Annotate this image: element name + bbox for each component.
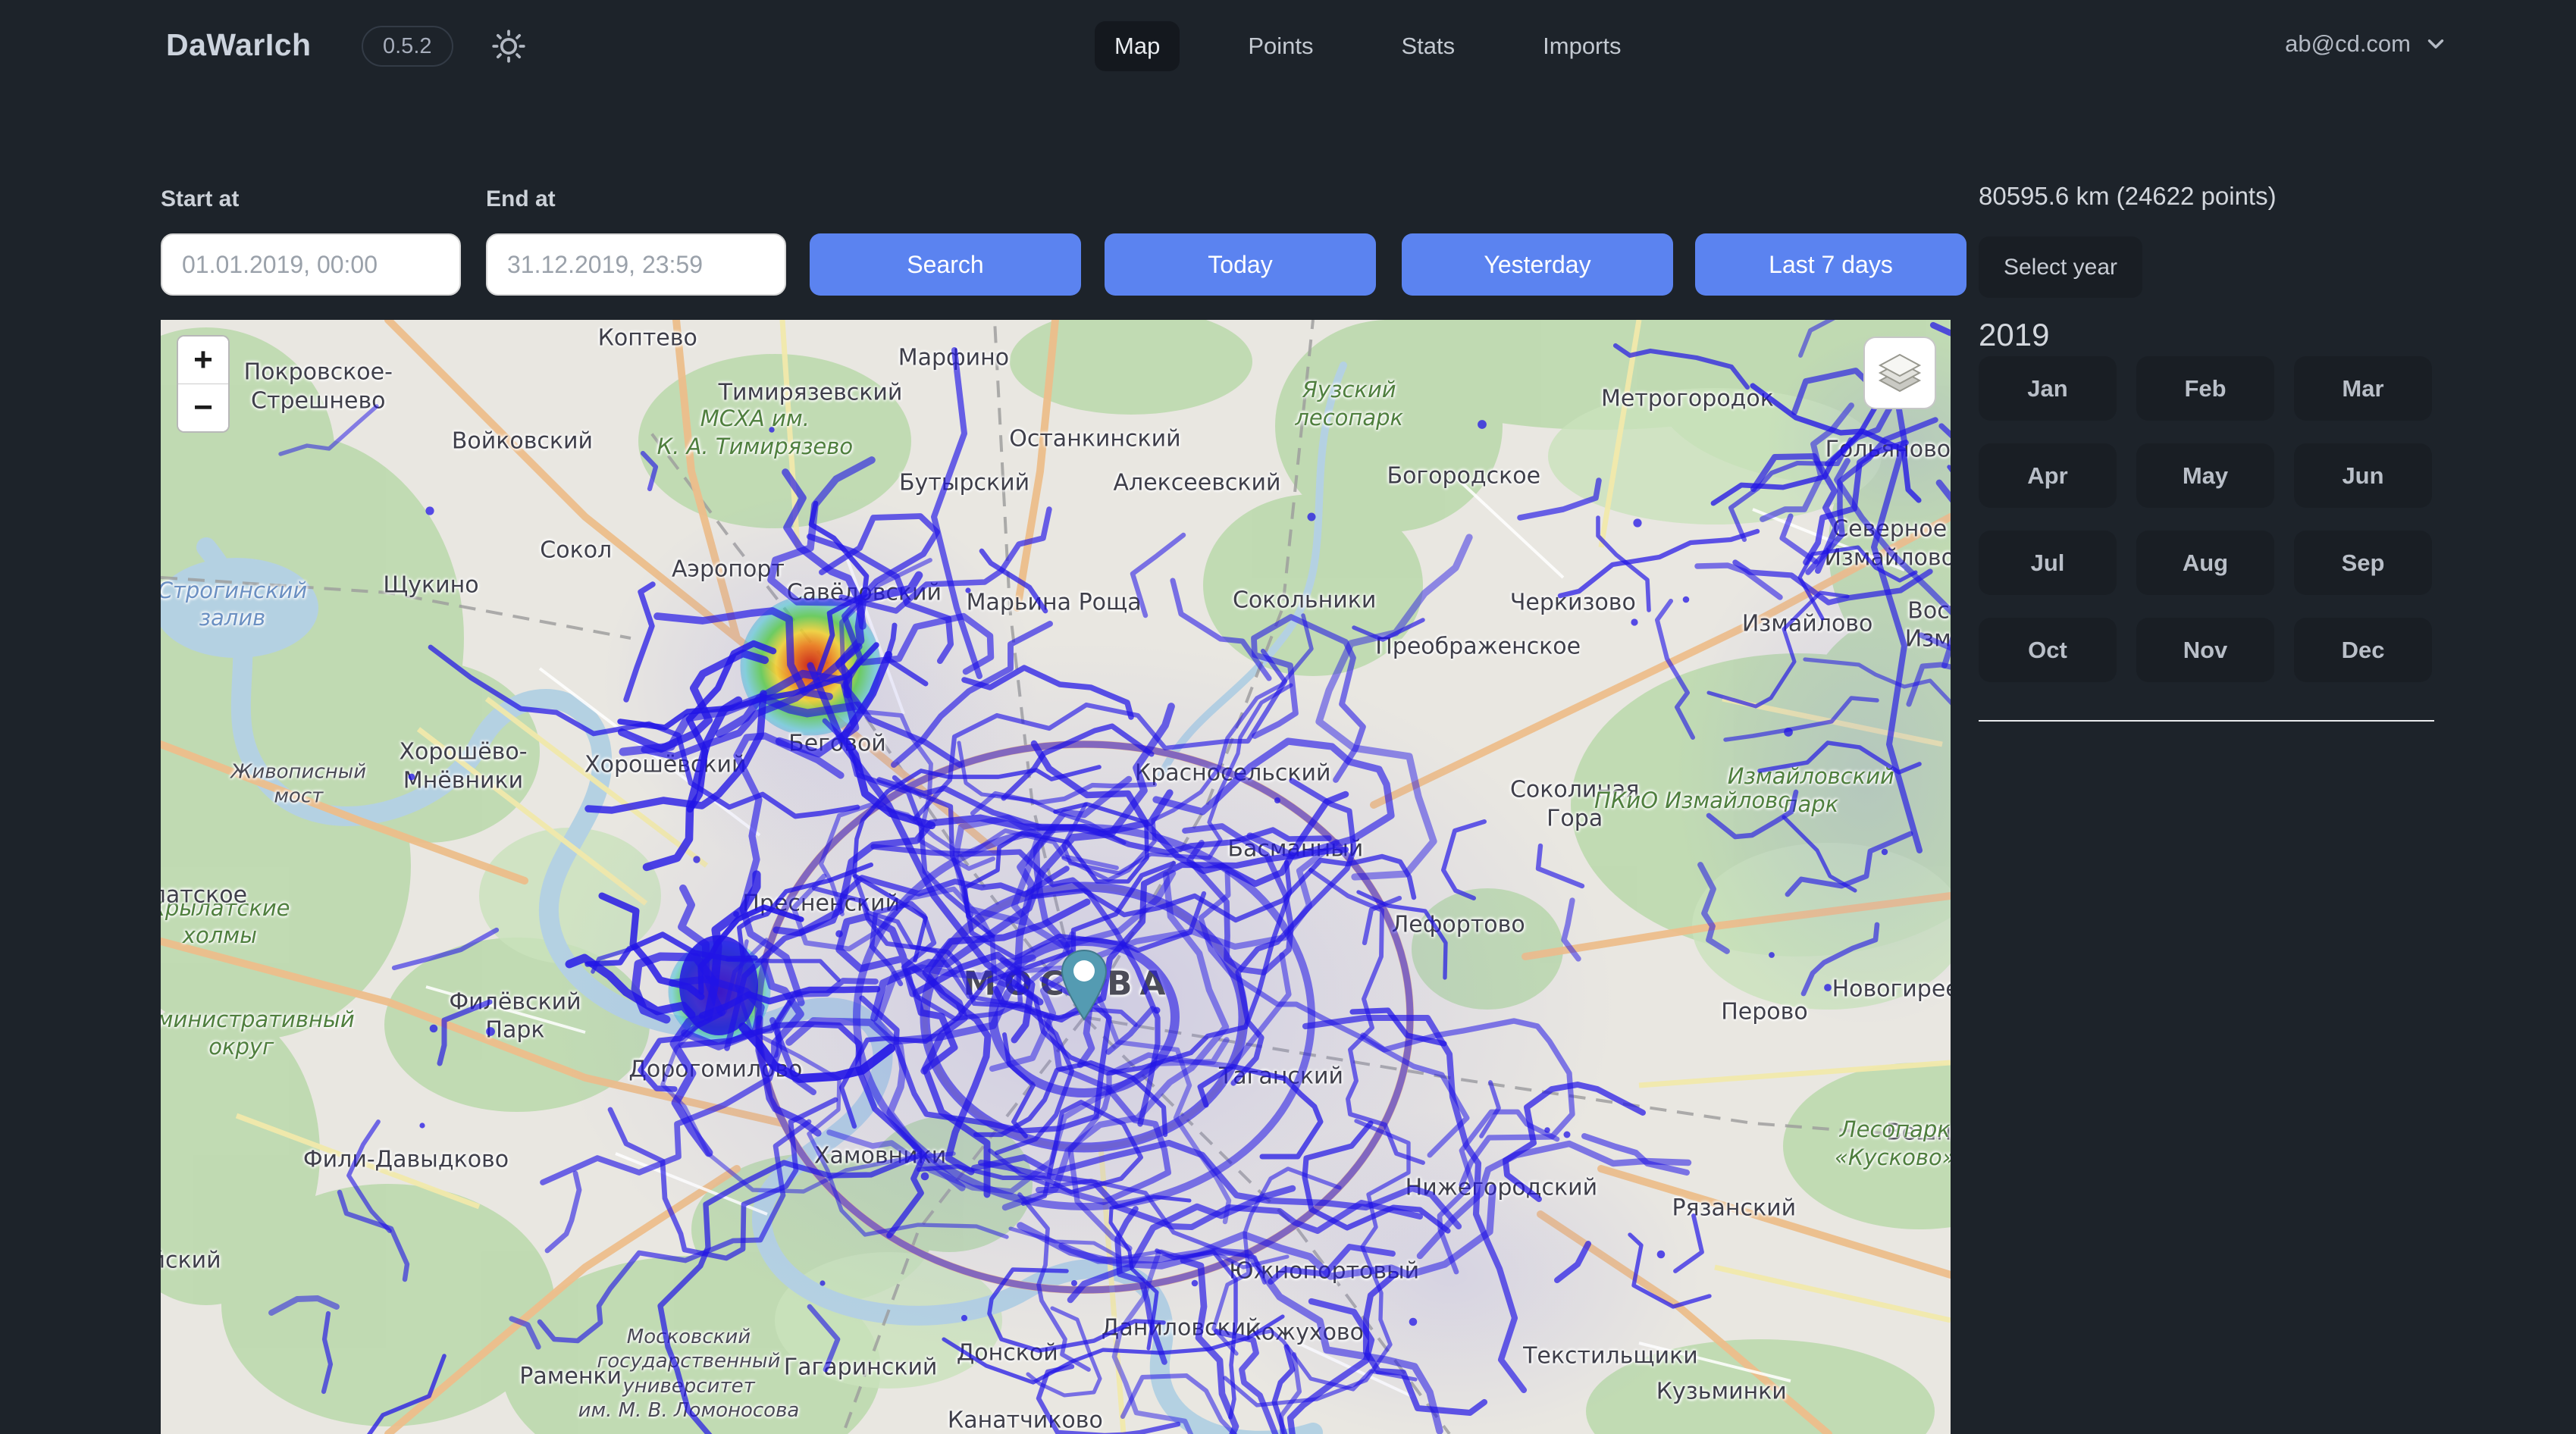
layers-icon [1877, 350, 1923, 396]
zoom-in-button[interactable]: + [178, 337, 228, 384]
chevron-down-icon [2423, 31, 2449, 57]
month-button-feb[interactable]: Feb [2136, 356, 2274, 421]
gps-tracks-layer [161, 320, 1951, 1434]
month-button-aug[interactable]: Aug [2136, 531, 2274, 595]
last-7-days-button[interactable]: Last 7 days [1695, 233, 1966, 296]
user-email: ab@cd.com [2285, 30, 2411, 58]
month-button-dec[interactable]: Dec [2294, 618, 2432, 682]
zoom-out-button[interactable]: − [178, 384, 228, 431]
tab-stats[interactable]: Stats [1381, 21, 1474, 71]
month-button-sep[interactable]: Sep [2294, 531, 2432, 595]
version-badge: 0.5.2 [362, 26, 453, 67]
layers-control[interactable] [1863, 337, 1936, 409]
tab-imports[interactable]: Imports [1523, 21, 1641, 71]
sidebar-divider [1979, 720, 2434, 722]
month-button-nov[interactable]: Nov [2136, 618, 2274, 682]
main-nav: Map Points Stats Imports [1095, 21, 1641, 71]
year-heading: 2019 [1979, 317, 2049, 353]
app-logo[interactable]: DaWarIch [166, 27, 312, 63]
month-grid: Jan Feb Mar Apr May Jun Jul Aug Sep Oct Nov Dec [1979, 356, 2432, 682]
end-at-input[interactable] [486, 233, 786, 296]
start-at-label: Start at [161, 186, 239, 212]
theme-toggle-sun-icon[interactable] [490, 27, 528, 65]
month-button-may[interactable]: May [2136, 443, 2274, 508]
search-button[interactable]: Search [810, 233, 1081, 296]
end-at-label: End at [486, 186, 556, 212]
user-menu[interactable]: ab@cd.com [2285, 30, 2449, 58]
select-year-button[interactable]: Select year [1979, 236, 2142, 298]
yesterday-button[interactable]: Yesterday [1402, 233, 1673, 296]
tab-map[interactable]: Map [1095, 21, 1180, 71]
month-button-oct[interactable]: Oct [1979, 618, 2117, 682]
month-button-jan[interactable]: Jan [1979, 356, 2117, 421]
month-button-jul[interactable]: Jul [1979, 531, 2117, 595]
today-button[interactable]: Today [1105, 233, 1376, 296]
zoom-control: + − [177, 335, 230, 433]
map[interactable]: Покровское- СтрешневоКоптевоМарфиноТимир… [161, 320, 1951, 1434]
month-button-jun[interactable]: Jun [2294, 443, 2432, 508]
start-at-input[interactable] [161, 233, 461, 296]
month-button-mar[interactable]: Mar [2294, 356, 2432, 421]
distance-stats: 80595.6 km (24622 points) [1979, 182, 2277, 211]
month-button-apr[interactable]: Apr [1979, 443, 2117, 508]
tab-points[interactable]: Points [1228, 21, 1333, 71]
